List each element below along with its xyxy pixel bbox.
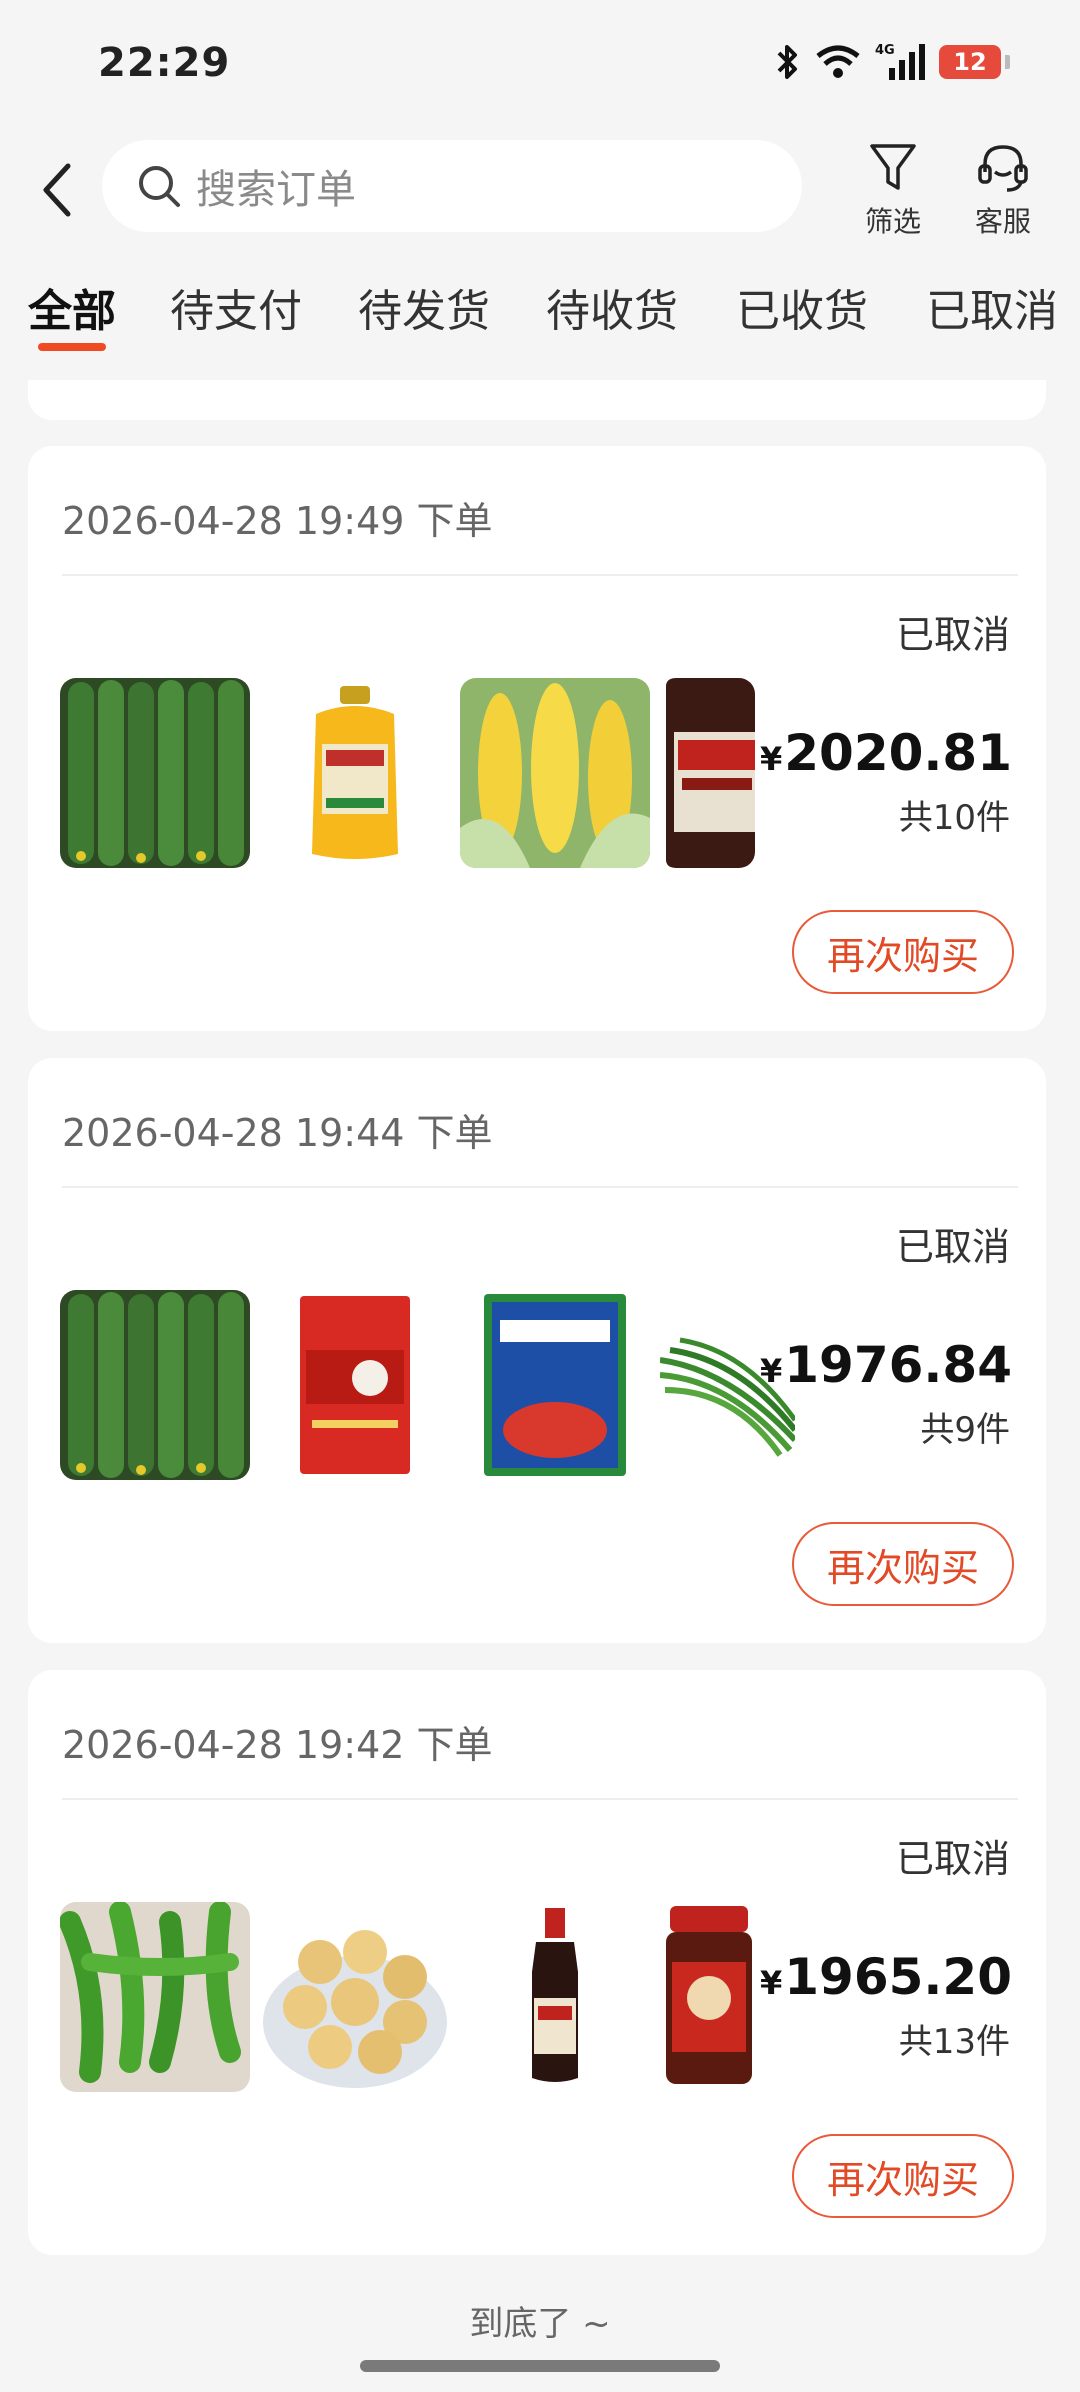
currency-symbol: ¥ bbox=[760, 1352, 783, 1390]
tab-all[interactable]: 全部 bbox=[28, 275, 116, 339]
tofu-puffs-image bbox=[260, 1902, 450, 2092]
tab-pending-receipt[interactable]: 待收货 bbox=[546, 275, 678, 339]
search-placeholder: 搜索订单 bbox=[196, 167, 356, 213]
corn-image bbox=[460, 678, 650, 868]
green-pepper-image bbox=[60, 1902, 250, 2092]
filter-icon bbox=[870, 144, 916, 190]
divider bbox=[62, 1186, 1018, 1188]
product-thumbnails bbox=[60, 678, 830, 868]
tab-pending-shipment[interactable]: 待发货 bbox=[358, 275, 490, 339]
status-icons: 4G 12 bbox=[773, 42, 1010, 82]
cucumber-image bbox=[60, 1290, 250, 1480]
currency-symbol: ¥ bbox=[760, 1964, 783, 2002]
divider bbox=[62, 1798, 1018, 1800]
order-time: 2026-04-28 19:42 下单 bbox=[62, 1723, 493, 1767]
order-time: 2026-04-28 19:44 下单 bbox=[62, 1111, 493, 1155]
peanut-oil-image bbox=[260, 678, 450, 868]
amount-value: 1976.84 bbox=[784, 1336, 1012, 1394]
order-amount: ¥1976.84 bbox=[760, 1336, 1012, 1394]
customer-service-label: 客服 bbox=[974, 205, 1031, 238]
amount-value: 1965.20 bbox=[784, 1948, 1012, 2006]
tab-cancelled[interactable]: 已取消 bbox=[926, 275, 1058, 339]
end-of-list-text: 到底了 ~ bbox=[469, 2304, 611, 2344]
hotpot-base-image bbox=[260, 1290, 450, 1480]
status-bar: 22:29 4G 12 bbox=[0, 0, 1080, 130]
battery-cap bbox=[1005, 55, 1010, 69]
cucumber-image bbox=[60, 678, 250, 868]
filter-button[interactable]: 筛选 bbox=[848, 142, 938, 240]
search-input[interactable]: 搜索订单 bbox=[102, 140, 802, 232]
customer-service-button[interactable]: 客服 bbox=[958, 142, 1048, 240]
filter-label: 筛选 bbox=[864, 205, 921, 238]
headset-icon bbox=[978, 145, 1028, 192]
order-status: 已取消 bbox=[895, 613, 1010, 657]
order-time: 2026-04-28 19:49 下单 bbox=[62, 499, 493, 543]
buy-again-button[interactable]: 再次购买 bbox=[792, 1522, 1014, 1606]
order-card[interactable]: 2026-04-28 19:49 下单 已取消 ¥2020.81 共10件 再次… bbox=[28, 446, 1046, 1031]
home-indicator[interactable] bbox=[360, 2360, 720, 2372]
order-amount: ¥2020.81 bbox=[760, 724, 1012, 782]
product-thumbnails bbox=[60, 1902, 830, 2092]
chicken-essence-image bbox=[460, 1290, 650, 1480]
buy-again-button[interactable]: 再次购买 bbox=[792, 910, 1014, 994]
order-tabs: 全部 待支付 待发货 待收货 已收货 已取消 bbox=[0, 255, 1080, 355]
divider bbox=[62, 574, 1018, 576]
currency-symbol: ¥ bbox=[760, 740, 783, 778]
soy-sauce-image bbox=[660, 678, 755, 868]
tab-pending-payment[interactable]: 待支付 bbox=[170, 275, 302, 339]
battery-icon: 12 bbox=[939, 45, 1001, 79]
item-count: 共10件 bbox=[898, 798, 1010, 838]
tab-received[interactable]: 已收货 bbox=[736, 275, 868, 339]
buy-again-button[interactable]: 再次购买 bbox=[792, 2134, 1014, 2218]
active-tab-indicator bbox=[38, 343, 106, 351]
order-amount: ¥1965.20 bbox=[760, 1948, 1012, 2006]
item-count: 共13件 bbox=[898, 2022, 1010, 2062]
back-arrow-icon[interactable] bbox=[36, 160, 80, 220]
status-time: 22:29 bbox=[98, 40, 231, 86]
svg-text:4G: 4G bbox=[875, 43, 895, 58]
chili-sauce-jar-image bbox=[660, 1902, 755, 2092]
search-icon bbox=[139, 166, 180, 207]
bluetooth-icon bbox=[777, 45, 797, 79]
previous-order-card-bottom bbox=[28, 380, 1046, 420]
soy-sauce-bottle-image bbox=[460, 1902, 650, 2092]
amount-value: 2020.81 bbox=[784, 724, 1012, 782]
header: 搜索订单 筛选 客服 bbox=[0, 130, 1080, 250]
order-card[interactable]: 2026-04-28 19:42 下单 已取消 ¥1965.20 共13件 再次… bbox=[28, 1670, 1046, 2255]
item-count: 共9件 bbox=[920, 1410, 1010, 1450]
order-status: 已取消 bbox=[895, 1225, 1010, 1269]
product-thumbnails bbox=[60, 1290, 830, 1480]
order-status: 已取消 bbox=[895, 1837, 1010, 1881]
cellular-signal-icon: 4G bbox=[875, 43, 925, 80]
order-card[interactable]: 2026-04-28 19:44 下单 已取消 ¥1976.84 共9件 再次购… bbox=[28, 1058, 1046, 1643]
wifi-icon bbox=[816, 45, 860, 78]
